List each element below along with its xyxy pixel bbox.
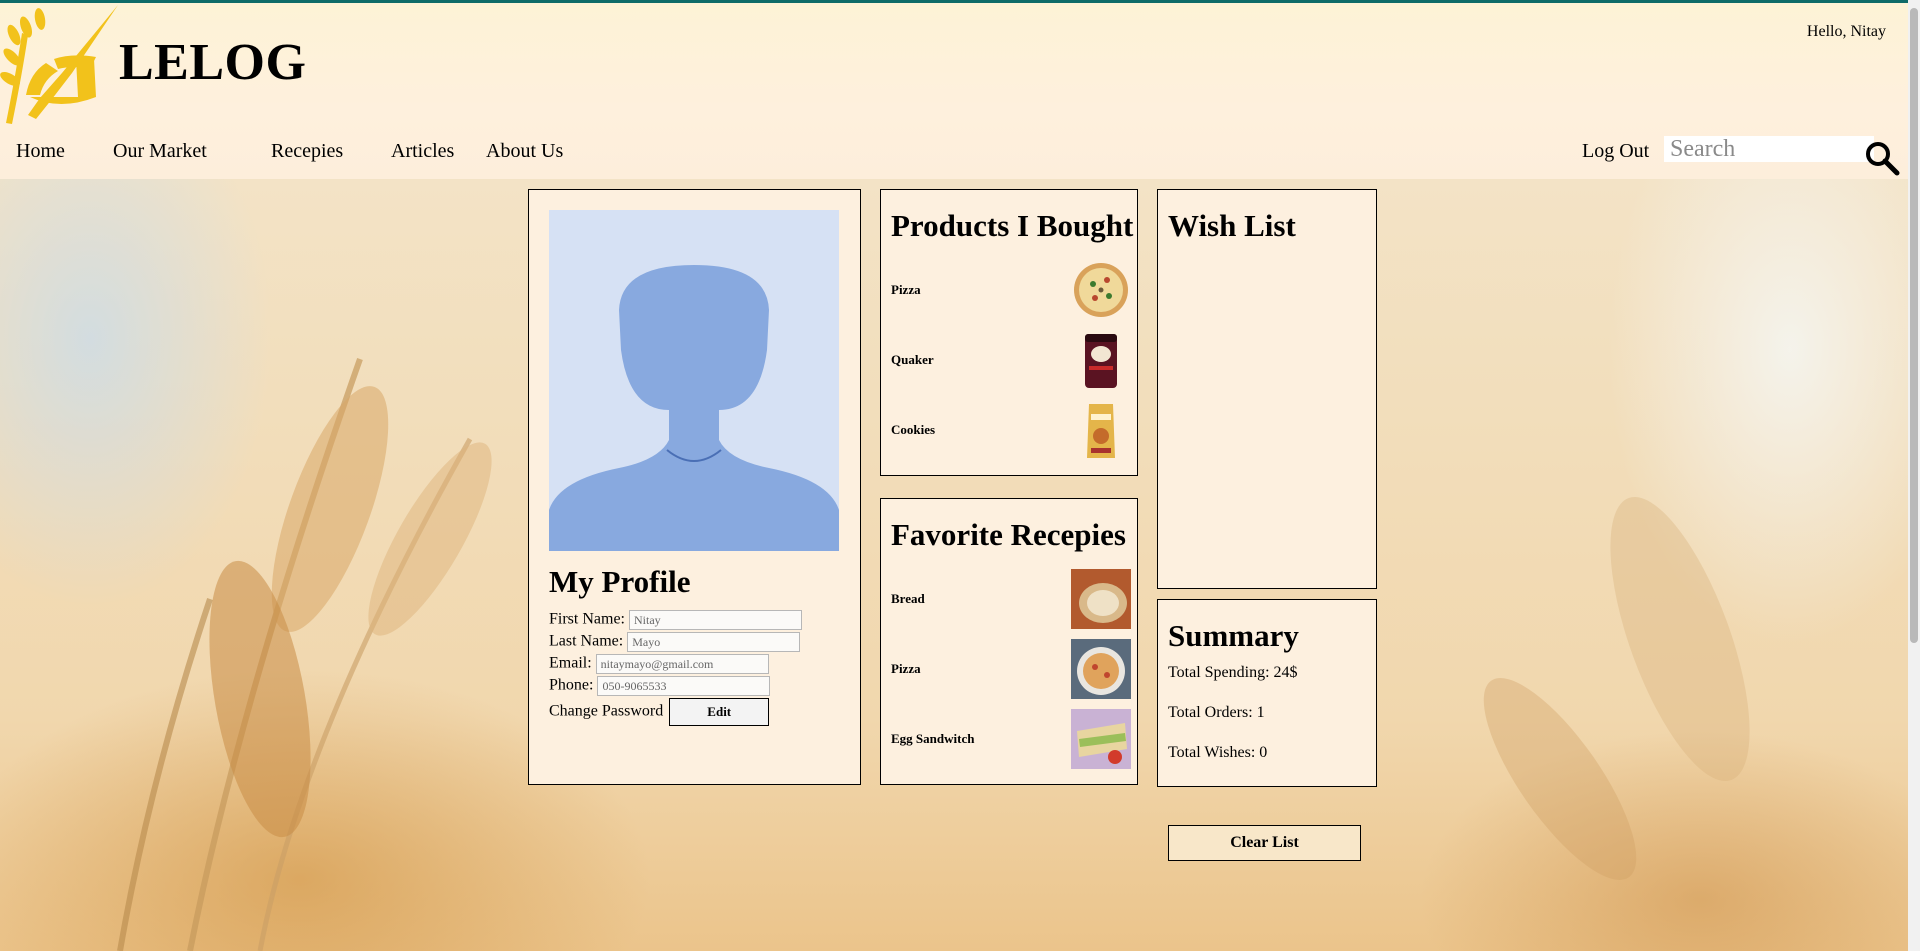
change-password-label: Change Password — [549, 702, 664, 720]
phone-label: Phone: — [549, 676, 594, 694]
product-name: Pizza — [891, 282, 921, 297]
search-input[interactable] — [1664, 136, 1874, 162]
list-item[interactable]: Bread — [891, 569, 1131, 629]
list-item[interactable]: Pizza — [891, 639, 1131, 699]
profile-title: My Profile — [549, 564, 691, 599]
user-greeting: Hello, Nitay — [1806, 23, 1886, 40]
email-row: Email: — [549, 654, 769, 674]
change-password-row: Change Password Edit — [549, 698, 770, 726]
scrollbar-thumb[interactable] — [1910, 8, 1918, 643]
email-field[interactable] — [595, 654, 769, 674]
nav-about-us[interactable]: About Us — [486, 140, 563, 163]
cookies-package-image-icon — [1087, 404, 1115, 458]
products-bought-panel: Products I Bought Pizza Quaker Cookies — [880, 189, 1138, 476]
total-orders: Total Orders: 1 — [1168, 704, 1265, 721]
wish-list-title: Wish List — [1168, 208, 1296, 243]
product-name: Quaker — [891, 352, 934, 367]
email-label: Email: — [549, 654, 592, 672]
phone-row: Phone: — [549, 676, 771, 696]
pizza-recipe-image-icon — [1071, 639, 1131, 699]
products-bought-title: Products I Bought — [891, 208, 1134, 243]
edit-password-button[interactable]: Edit — [669, 698, 770, 726]
recipe-name: Egg Sandwitch — [891, 731, 975, 746]
recipe-name: Bread — [891, 591, 925, 606]
bread-image-icon — [1071, 569, 1131, 629]
wheat-logo-icon[interactable] — [0, 3, 125, 128]
list-item[interactable]: Pizza — [891, 260, 1131, 320]
egg-sandwich-image-icon — [1071, 709, 1131, 769]
first-name-field[interactable] — [629, 610, 802, 630]
favorite-recipes-panel: Favorite Recepies Bread Pizza Egg Sandwi… — [880, 498, 1138, 785]
logout-link[interactable]: Log Out — [1582, 140, 1649, 163]
recipe-name: Pizza — [891, 661, 921, 676]
summary-panel: Summary Total Spending: 24$ Total Orders… — [1157, 599, 1377, 787]
search-icon[interactable] — [1864, 140, 1900, 176]
list-item[interactable]: Quaker — [891, 330, 1131, 390]
quaker-can-image-icon — [1085, 334, 1117, 388]
summary-title: Summary — [1168, 618, 1299, 653]
product-name: Cookies — [891, 422, 936, 437]
favorite-recipes-title: Favorite Recepies — [891, 517, 1126, 552]
nav-our-market[interactable]: Our Market — [113, 140, 207, 163]
total-spending: Total Spending: 24$ — [1168, 664, 1298, 681]
first-name-label: First Name: — [549, 610, 625, 628]
avatar-placeholder-icon[interactable] — [549, 210, 839, 551]
list-item[interactable]: Cookies — [891, 400, 1131, 460]
wish-list-panel: Wish List — [1157, 189, 1377, 589]
page-scrollbar[interactable] — [1908, 0, 1920, 951]
profile-panel: My Profile First Name: Last Name: Email:… — [528, 189, 861, 785]
last-name-label: Last Name: — [549, 632, 624, 650]
nav-articles[interactable]: Articles — [391, 140, 454, 163]
brand-name: LELOG — [119, 34, 307, 91]
list-item[interactable]: Egg Sandwitch — [891, 709, 1131, 769]
pizza-image-icon — [1074, 263, 1128, 317]
last-name-row: Last Name: — [549, 632, 801, 652]
clear-list-button[interactable]: Clear List — [1168, 825, 1361, 861]
phone-field[interactable] — [597, 676, 771, 696]
nav-home[interactable]: Home — [16, 140, 65, 163]
total-wishes: Total Wishes: 0 — [1168, 744, 1268, 761]
first-name-row: First Name: — [549, 610, 802, 630]
last-name-field[interactable] — [627, 632, 801, 652]
nav-recepies[interactable]: Recepies — [271, 140, 343, 163]
